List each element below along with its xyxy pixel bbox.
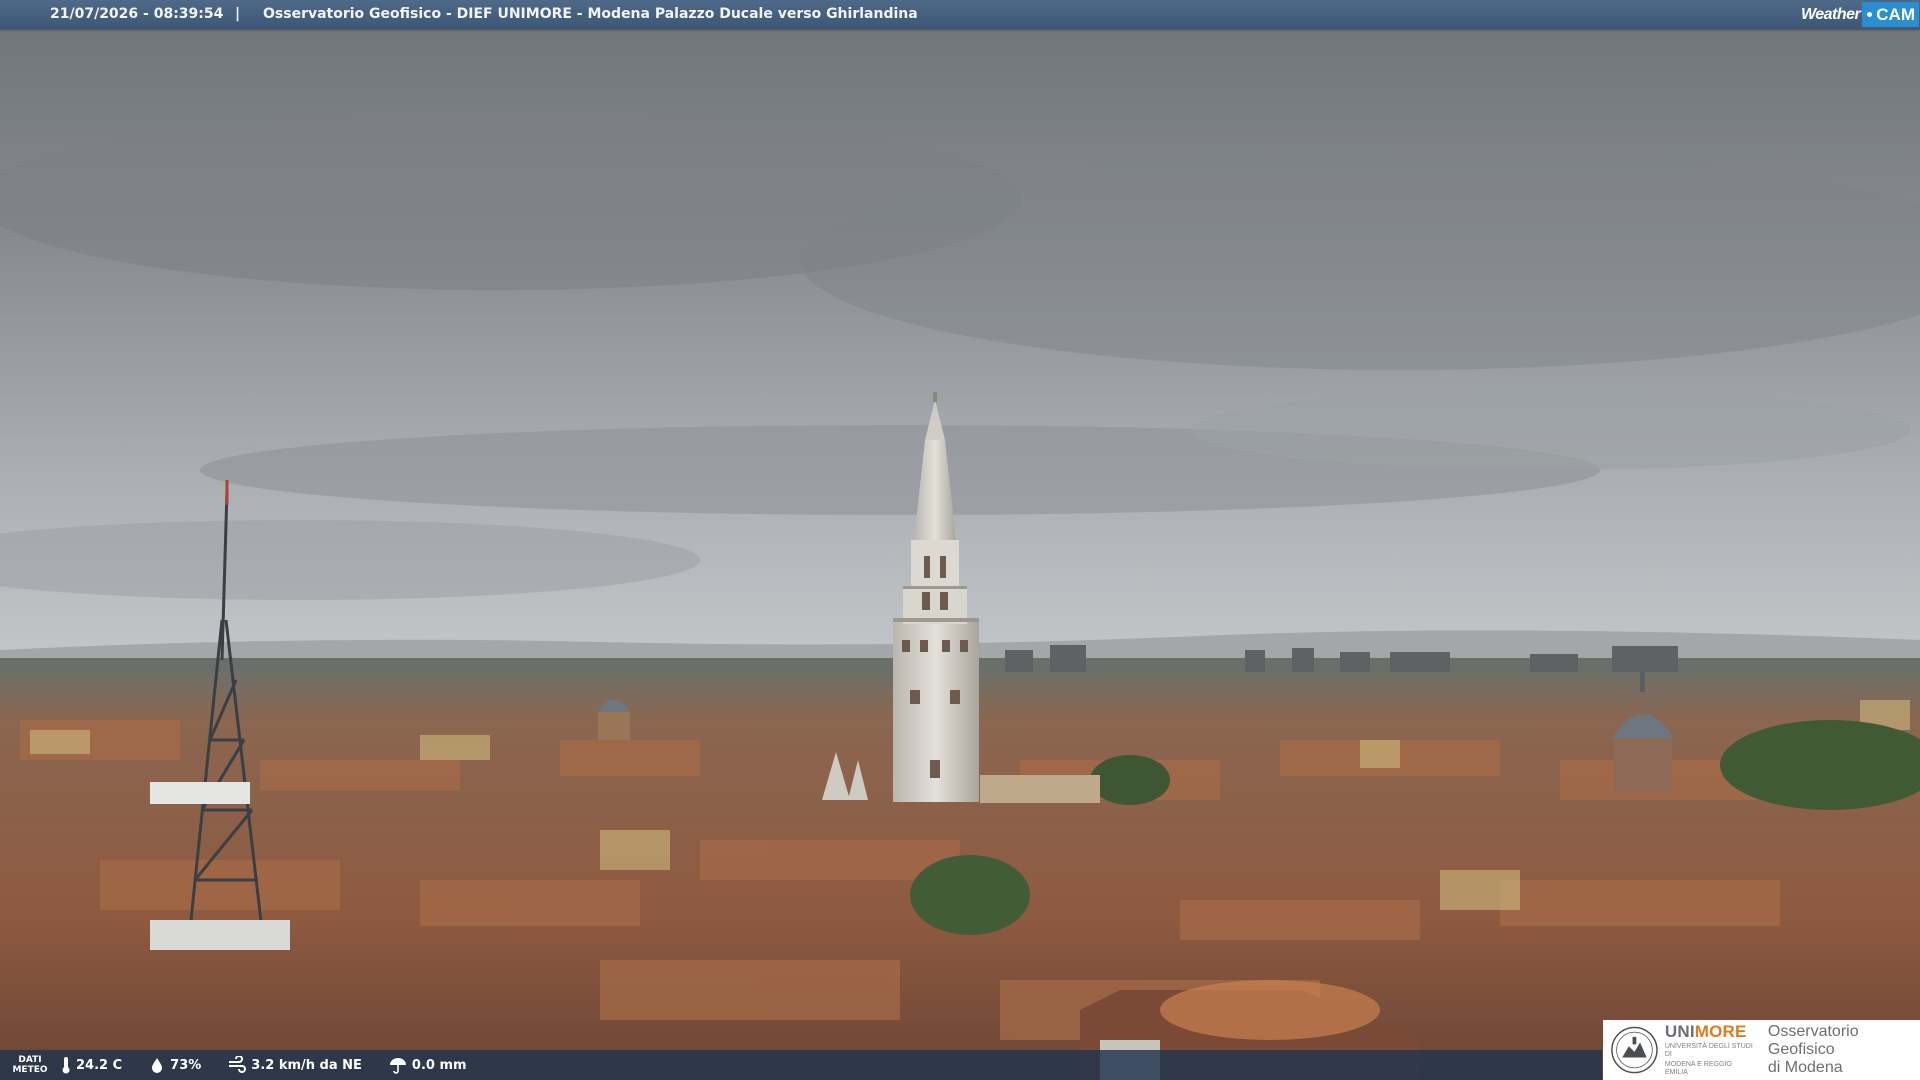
webcam-image <box>0 0 1920 1080</box>
wind-value: 3.2 km/h da NE <box>251 1057 362 1073</box>
meteo-rain: 0.0 mm <box>388 1056 467 1074</box>
unimore-name-block: UNIMORE UNIVERSITÀ DEGLI STUDI DI MODENA… <box>1665 1023 1756 1077</box>
camera-title: Osservatorio Geofisico - DIEF UNIMORE - … <box>263 6 918 22</box>
unimore-subtitle-line2: MODENA E REGGIO EMILIA <box>1664 1061 1732 1076</box>
observatory-name-line1: Osservatorio Geofisico <box>1767 1023 1859 1058</box>
umbrella-icon <box>389 1058 406 1074</box>
antenna-base <box>150 920 290 950</box>
rain-value: 0.0 mm <box>411 1057 467 1073</box>
trees <box>910 855 1030 935</box>
university-seal-icon <box>1611 1026 1658 1074</box>
camera-lens-icon <box>1865 10 1875 19</box>
weathercam-logo: Weather CAM <box>1801 0 1920 29</box>
unimore-name-part2: MORE <box>1694 1022 1747 1041</box>
timestamp: 21/07/2026 - 08:39:54 <box>50 6 224 22</box>
wind-icon <box>229 1056 247 1073</box>
temperature-value: 24.2 C <box>76 1057 123 1073</box>
humidity-value: 73% <box>170 1057 202 1073</box>
meteo-temperature: 24.2 C <box>60 1056 122 1074</box>
weathercam-logo-cam-text: CAM <box>1876 5 1915 24</box>
observatory-name: Osservatorio Geofisico di Modena <box>1768 1023 1920 1077</box>
unimore-name-part1: UNI <box>1664 1022 1695 1041</box>
humidity-drop-icon <box>152 1058 163 1073</box>
meteo-data-bar: DATI METEO 24.2 C 73% 3.2 km/h da NE 0.0… <box>0 1050 1602 1080</box>
unimore-logo: UNIMORE UNIVERSITÀ DEGLI STUDI DI MODENA… <box>1603 1020 1920 1080</box>
meteo-humidity: 73% <box>148 1056 201 1074</box>
trees <box>1090 755 1170 805</box>
title-bar: 21/07/2026 - 08:39:54 | Osservatorio Geo… <box>0 0 1920 29</box>
antenna-panel <box>150 782 250 804</box>
thermometer-icon <box>62 1057 70 1074</box>
unimore-name: UNIMORE <box>1665 1023 1756 1041</box>
meteo-label-line1: DATI <box>18 1055 42 1065</box>
dome-drum <box>1614 735 1672 793</box>
title-separator: | <box>235 6 241 22</box>
meteo-label-line2: METEO <box>12 1065 48 1075</box>
cloud <box>1190 390 1910 470</box>
meteo-label: DATI METEO <box>0 1055 60 1075</box>
unimore-subtitle-line1: UNIVERSITÀ DEGLI STUDI DI <box>1664 1043 1753 1058</box>
observatory-name-line2: di Modena <box>1767 1059 1843 1076</box>
weathercam-logo-weather: Weather <box>1800 6 1861 23</box>
weathercam-logo-cam: CAM <box>1862 2 1919 27</box>
meteo-wind: 3.2 km/h da NE <box>227 1056 362 1074</box>
